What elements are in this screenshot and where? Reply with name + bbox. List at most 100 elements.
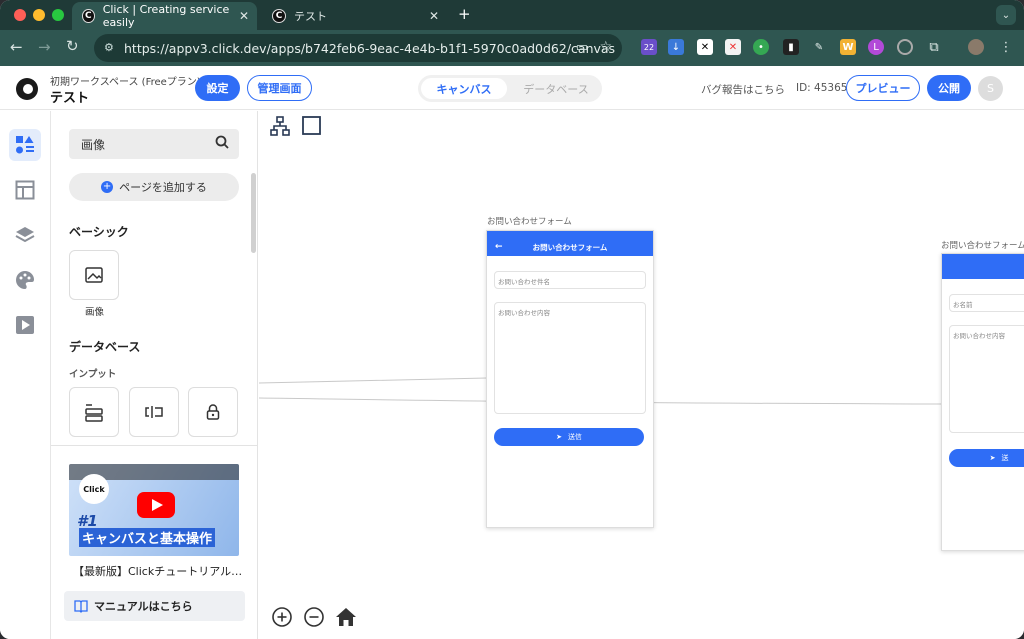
click-logo-icon[interactable]: [16, 78, 38, 100]
extension-badge-icon[interactable]: 22: [641, 39, 657, 55]
user-avatar[interactable]: S: [978, 76, 1003, 101]
purple-extension-icon[interactable]: L: [868, 39, 884, 55]
extension-badge-count: 22: [643, 42, 655, 52]
canvas-area[interactable]: お問い合わせフォーム ← お問い合わせフォーム お問い合わせ件名 お問い合わせ内…: [259, 111, 1024, 639]
video-thumb-caption: キャンバスと基本操作: [79, 528, 216, 547]
address-bar[interactable]: ⚙ https://appv3.click.dev/apps/b742feb6-…: [94, 34, 622, 62]
submit-label: 送信: [567, 433, 582, 441]
eyedropper-extension-icon[interactable]: ✎: [811, 39, 827, 55]
component-search-input[interactable]: 画像: [69, 129, 239, 159]
add-page-button[interactable]: + ページを追加する: [69, 173, 239, 201]
youtube-play-icon[interactable]: [137, 492, 175, 518]
screen-label: お問い合わせフォーム: [487, 217, 572, 227]
manual-book-icon: [74, 600, 88, 613]
play-icon[interactable]: [9, 309, 41, 341]
new-tab-icon[interactable]: +: [458, 5, 471, 23]
manual-label: マニュアルはこちら: [94, 600, 193, 613]
tab-title: テスト: [294, 10, 327, 23]
notebook-extension-icon[interactable]: ▮: [783, 39, 799, 55]
navigation-bar: ← → ↻ ⚙ https://appv3.click.dev/apps/b74…: [0, 30, 1024, 66]
plus-icon: +: [101, 181, 114, 193]
components-icon[interactable]: [9, 129, 41, 161]
x-extension-icon[interactable]: ✕: [697, 39, 713, 55]
password-component[interactable]: [188, 387, 238, 437]
search-icon[interactable]: [215, 135, 229, 149]
screen-app-bar: ← お問い合わせフォーム: [487, 238, 653, 256]
screen-contact-form-2[interactable]: お名前 お問い合わせ内容 ➤ 送: [941, 253, 1024, 551]
forward-icon[interactable]: →: [38, 38, 51, 56]
left-rail: [0, 111, 51, 639]
image-component[interactable]: [69, 250, 119, 300]
circle-extension-icon[interactable]: [897, 39, 913, 55]
click-favicon-icon: C: [82, 9, 95, 23]
publish-button[interactable]: 公開: [927, 75, 971, 101]
send-icon: ➤: [556, 433, 562, 441]
maximize-window-button[interactable]: [52, 9, 64, 21]
tab-canvas[interactable]: キャンバス: [421, 78, 507, 99]
panel-scrollbar[interactable]: [251, 173, 256, 253]
palette-icon[interactable]: [9, 264, 41, 296]
tutorial-video-thumbnail[interactable]: Click #1 キャンバスと基本操作: [69, 464, 239, 556]
submit-label: 送: [1001, 454, 1009, 462]
search-value: 画像: [81, 137, 106, 152]
preview-button[interactable]: プレビュー: [846, 75, 920, 101]
lock-icon: [206, 404, 220, 420]
layout-icon[interactable]: [9, 174, 41, 206]
basic-section-title: ベーシック: [69, 225, 129, 239]
green-extension-icon[interactable]: •: [753, 39, 769, 55]
minimize-window-button[interactable]: [33, 9, 45, 21]
tab-title: Click | Creating service easily: [102, 3, 230, 29]
browser-window: C Click | Creating service easily ✕ C テス…: [0, 0, 1024, 639]
workspace-name: 初期ワークスペース (Freeプラン): [50, 77, 201, 88]
back-arrow-icon: ←: [495, 242, 503, 252]
text-input-component[interactable]: [129, 387, 179, 437]
layers-icon[interactable]: [9, 219, 41, 251]
app-header: 初期ワークスペース (Freeプラン) テスト 設定 管理画面 キャンバス デー…: [0, 66, 1024, 110]
submit-button[interactable]: ➤ 送: [949, 449, 1024, 467]
bug-report-link[interactable]: バグ報告はこちら: [701, 82, 785, 97]
manual-button[interactable]: マニュアルはこちら: [64, 591, 245, 621]
bookmark-star-icon[interactable]: ☆: [599, 39, 612, 55]
zoom-out-icon[interactable]: [303, 606, 325, 628]
profile-avatar-icon[interactable]: [968, 39, 984, 55]
input-subsection-title: インプット: [69, 369, 117, 380]
zoom-in-icon[interactable]: [271, 606, 293, 628]
tab-click[interactable]: C Click | Creating service easily ✕: [72, 2, 257, 30]
close-window-button[interactable]: [14, 9, 26, 21]
image-icon: [85, 267, 103, 283]
tab-test[interactable]: C テスト ✕: [262, 2, 447, 30]
close-tab-icon[interactable]: ✕: [429, 9, 439, 23]
subject-field[interactable]: お問い合わせ件名: [494, 271, 646, 289]
settings-button[interactable]: 設定: [195, 75, 240, 101]
reload-icon[interactable]: ↻: [66, 37, 79, 55]
message-field[interactable]: お問い合わせ内容: [949, 325, 1024, 433]
screen-contact-form[interactable]: ← お問い合わせフォーム お問い合わせ件名 お問い合わせ内容 ➤ 送信: [486, 230, 654, 528]
click-favicon-icon: C: [272, 9, 286, 23]
submit-button[interactable]: ➤ 送信: [494, 428, 644, 446]
screen-label: お問い合わせフォーム: [941, 241, 1024, 251]
download-extension-icon[interactable]: ↓: [668, 39, 684, 55]
red-x-extension-icon[interactable]: ✕: [725, 39, 741, 55]
click-channel-logo: Click: [79, 474, 109, 504]
tab-database[interactable]: データベース: [514, 78, 598, 99]
close-tab-icon[interactable]: ✕: [239, 9, 249, 23]
message-field[interactable]: お問い合わせ内容: [494, 302, 646, 414]
site-info-icon[interactable]: ⚙: [104, 41, 114, 54]
components-panel: 画像 + ページを追加する ベーシック 画像 データベース インプット Clic…: [51, 111, 258, 639]
video-title[interactable]: 【最新版】Clickチュートリアル…: [73, 563, 242, 579]
browser-menu-icon[interactable]: ⋮: [998, 39, 1014, 55]
view-switcher: キャンバス データベース: [418, 75, 602, 102]
home-icon[interactable]: [335, 606, 357, 628]
name-field[interactable]: お名前: [949, 294, 1024, 312]
back-icon[interactable]: ←: [10, 38, 23, 56]
w-extension-icon[interactable]: W: [840, 39, 856, 55]
tab-search-icon[interactable]: ⌄: [996, 5, 1016, 25]
status-bar: [942, 254, 1024, 261]
tab-strip: C Click | Creating service easily ✕ C テス…: [0, 0, 1024, 30]
admin-button[interactable]: 管理画面: [247, 75, 312, 101]
form-component[interactable]: [69, 387, 119, 437]
app-id: ID: 45365: [796, 82, 848, 94]
image-component-label: 画像: [85, 307, 105, 318]
extensions-puzzle-icon[interactable]: ⧉: [926, 39, 942, 55]
install-app-icon[interactable]: ▭: [576, 40, 588, 55]
